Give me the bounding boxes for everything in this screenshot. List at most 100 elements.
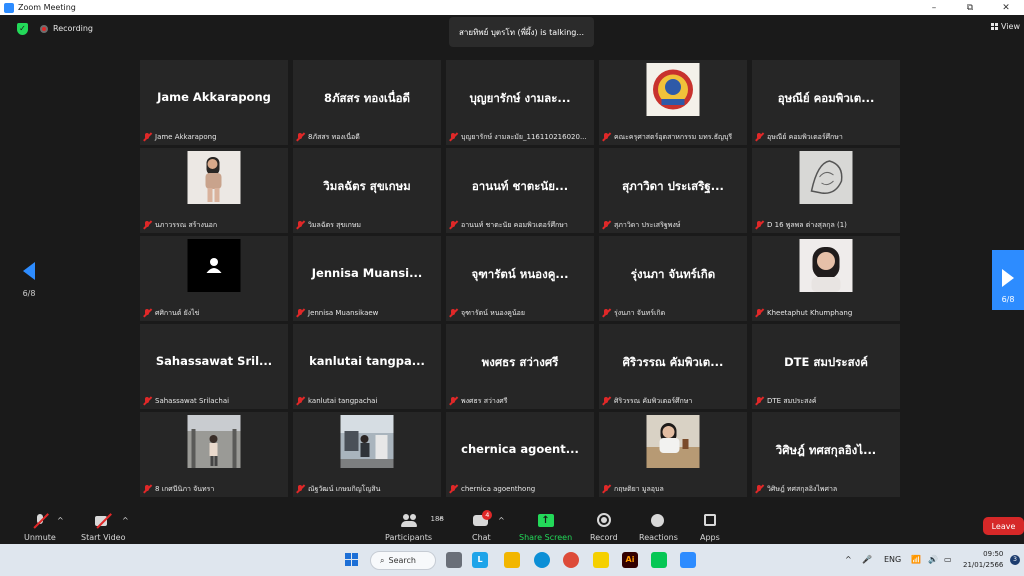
participants-button[interactable]: 188 Participants	[385, 514, 444, 542]
participant-tile[interactable]: ศิริวรรณ คัมพิวเต... ศิริวรรณ คัมพิวเตอร์…	[599, 324, 747, 409]
edge-browser-icon[interactable]	[534, 552, 550, 568]
participant-photo	[646, 63, 700, 116]
battery-icon[interactable]: ▭	[944, 555, 952, 564]
participant-tile[interactable]: นภาวรรณ สร้างนอก	[140, 148, 288, 233]
video-options-caret[interactable]: ^	[122, 516, 129, 525]
participant-name: D 16 พูลพล ต่างสุลกุล (1)	[767, 220, 847, 229]
microphone-muted-icon	[754, 220, 764, 230]
meeting-toolbar: Unmute ^ Start Video ^ 188 Participants …	[0, 506, 1024, 544]
participant-tile[interactable]: Jennisa Muansi... Jennisa Muansikaew	[293, 236, 441, 321]
participant-tile[interactable]: Sahassawat Sril... Sahassawat Srilachai	[140, 324, 288, 409]
microphone-muted-icon	[601, 396, 611, 406]
windows-start-icon[interactable]	[345, 553, 358, 566]
chat-button[interactable]: 4 Chat	[472, 510, 493, 542]
participant-display-name: วิมลฉัตร สุขเกษม	[323, 179, 411, 193]
participant-photo	[187, 415, 241, 468]
active-speaker-banner: สายทิพย์ บุตรโท (พี่ผึ้ง) is talking...	[449, 17, 595, 47]
participant-name: 8 เกศนีนิภา จันทรา	[155, 484, 215, 493]
unmute-button[interactable]: Unmute	[24, 514, 56, 542]
sticky-notes-icon[interactable]	[593, 552, 609, 568]
participant-name-label: D 16 พูลพล ต่างสุลกุล (1)	[754, 219, 896, 231]
close-button[interactable]: ✕	[988, 0, 1024, 15]
language-indicator[interactable]: ENG	[884, 555, 901, 564]
chrome-browser-icon[interactable]	[563, 552, 579, 568]
participants-caret[interactable]: ^	[438, 516, 445, 525]
participant-name: บุญยารักษ์ งามละมัย_116110216020...	[461, 132, 587, 141]
leave-button[interactable]: Leave	[983, 517, 1024, 535]
start-video-button[interactable]: Start Video	[81, 514, 126, 542]
participant-tile[interactable]: รุ่งนภา จันทร์เกิด รุ่งนภา จันทร์เกิด	[599, 236, 747, 321]
participant-display-name: พงศธร สว่างศรี	[481, 355, 559, 369]
task-view-icon[interactable]	[446, 552, 462, 568]
participant-name-label: kanlutai tangpachai	[295, 395, 437, 407]
participant-tile[interactable]: Kheetaphut Khumphang	[752, 236, 900, 321]
microphone-muted-icon	[31, 514, 49, 528]
line-app-icon[interactable]	[651, 552, 667, 568]
tray-chevron-icon[interactable]: ^	[845, 555, 852, 564]
chat-caret[interactable]: ^	[498, 516, 505, 525]
record-button[interactable]: Record	[590, 513, 618, 542]
participant-tile[interactable]: สุภาวิดา ประเสริฐ... สุภาวิดา ประเสริฐพงษ…	[599, 148, 747, 233]
reactions-button[interactable]: Reactions	[639, 514, 678, 542]
recording-indicator[interactable]: Recording	[40, 24, 93, 33]
participant-display-name: รุ่งนภา จันทร์เกิด	[630, 267, 716, 281]
participant-tile[interactable]: ศศิกานต์ ยังไข่	[140, 236, 288, 321]
participant-photo	[799, 239, 853, 292]
shield-icon[interactable]: ✓	[17, 23, 28, 35]
participant-name-label: จุฑารัตน์ หนองคูน้อย	[448, 307, 590, 319]
participant-tile[interactable]: บุญยารักษ์ งามละ... บุญยารักษ์ งามละมัย_1…	[446, 60, 594, 145]
participant-tile[interactable]: กฤษติยา มูลอุบล	[599, 412, 747, 497]
participant-name-label: Sahassawat Srilachai	[142, 395, 284, 407]
participant-tile[interactable]: chernica agoent... chernica agoenthong	[446, 412, 594, 497]
app-l-icon[interactable]: L	[472, 552, 488, 568]
participant-tile[interactable]: จุฑารัตน์ หนองคู... จุฑารัตน์ หนองคูน้อย	[446, 236, 594, 321]
participant-tile[interactable]: 8 เกศนีนิภา จันทรา	[140, 412, 288, 497]
share-screen-button[interactable]: Share Screen	[519, 514, 572, 542]
participant-name-label: บุญยารักษ์ งามละมัย_116110216020...	[448, 131, 590, 143]
participant-tile[interactable]: 8ภัสสร ทองเนื่อดี 8ภัสสร ทองเนื่อดี	[293, 60, 441, 145]
volume-icon[interactable]: 🔊	[928, 555, 938, 564]
minimize-button[interactable]: –	[916, 0, 952, 15]
file-explorer-icon[interactable]	[504, 552, 520, 568]
participant-name-label: อานนท์ ชาตะนัย คอมพิวเตอร์ศึกษา	[448, 219, 590, 231]
audio-options-caret[interactable]: ^	[57, 516, 64, 525]
chat-icon: 4	[472, 510, 493, 528]
smiley-icon	[649, 514, 667, 528]
participant-display-name: Jennisa Muansi...	[311, 266, 423, 280]
chat-badge: 4	[482, 510, 493, 520]
illustrator-icon[interactable]: Ai	[622, 552, 638, 568]
participant-tile[interactable]: D 16 พูลพล ต่างสุลกุล (1)	[752, 148, 900, 233]
tray-microphone-icon[interactable]: 🎤	[862, 555, 872, 564]
participant-tile[interactable]: คณะครุศาสตร์อุตสาหกรรม มทร.ธัญบุรี	[599, 60, 747, 145]
notification-badge[interactable]: 3	[1010, 555, 1020, 565]
previous-page-button[interactable]: 6/8	[18, 262, 40, 298]
taskbar-search[interactable]: ⌕ Search	[370, 551, 436, 570]
zoom-meeting-window: Zoom Meeting – ⧉ ✕ ✓ Recording View สายท…	[0, 0, 1024, 576]
participant-name-label: กฤษติยา มูลอุบล	[601, 483, 743, 495]
participant-name: พงศธร สว่างศรี	[461, 396, 508, 405]
participant-tile[interactable]: Jame Akkarapong Jame Akkarapong	[140, 60, 288, 145]
next-page-button[interactable]: 6/8	[992, 250, 1024, 310]
view-button[interactable]: View	[991, 22, 1020, 31]
participant-name-label: สุภาวิดา ประเสริฐพงษ์	[601, 219, 743, 231]
record-dot-icon	[40, 24, 48, 33]
participant-tile[interactable]: kanlutai tangpa... kanlutai tangpachai	[293, 324, 441, 409]
participant-tile[interactable]: อุษณีย์ คอมพิวเต... อุษณีย์ คอมพิวเตอร์ศึ…	[752, 60, 900, 145]
participant-tile[interactable]: วิศิษฎ์ ทศสกุลอิงไ... วิศิษฎ์ ทศสกุลอิงไพ…	[752, 412, 900, 497]
participant-tile[interactable]: ณัฐวัฒน์ เกษมกิญโญสิน	[293, 412, 441, 497]
apps-icon	[701, 514, 719, 528]
participant-tile[interactable]: วิมลฉัตร สุขเกษม วิมลฉัตร สุขเกษม	[293, 148, 441, 233]
wifi-icon[interactable]: 📶	[911, 555, 921, 564]
participant-name-label: Jame Akkarapong	[142, 131, 284, 143]
apps-button[interactable]: Apps	[700, 514, 720, 542]
participant-tile[interactable]: อานนท์ ชาตะนัย... อานนท์ ชาตะนัย คอมพิวเต…	[446, 148, 594, 233]
taskbar-clock[interactable]: 09:50 21/01/2566	[963, 549, 1003, 571]
maximize-button[interactable]: ⧉	[952, 0, 988, 15]
video-off-icon	[94, 514, 112, 528]
microphone-muted-icon	[601, 308, 611, 318]
participant-tile[interactable]: DTE สมประสงค์ DTE สมประสงค์	[752, 324, 900, 409]
start-video-label: Start Video	[81, 533, 126, 542]
participant-tile[interactable]: พงศธร สว่างศรี พงศธร สว่างศรี	[446, 324, 594, 409]
zoom-taskbar-icon[interactable]	[680, 552, 696, 568]
participant-display-name: ศิริวรรณ คัมพิวเต...	[622, 355, 724, 369]
